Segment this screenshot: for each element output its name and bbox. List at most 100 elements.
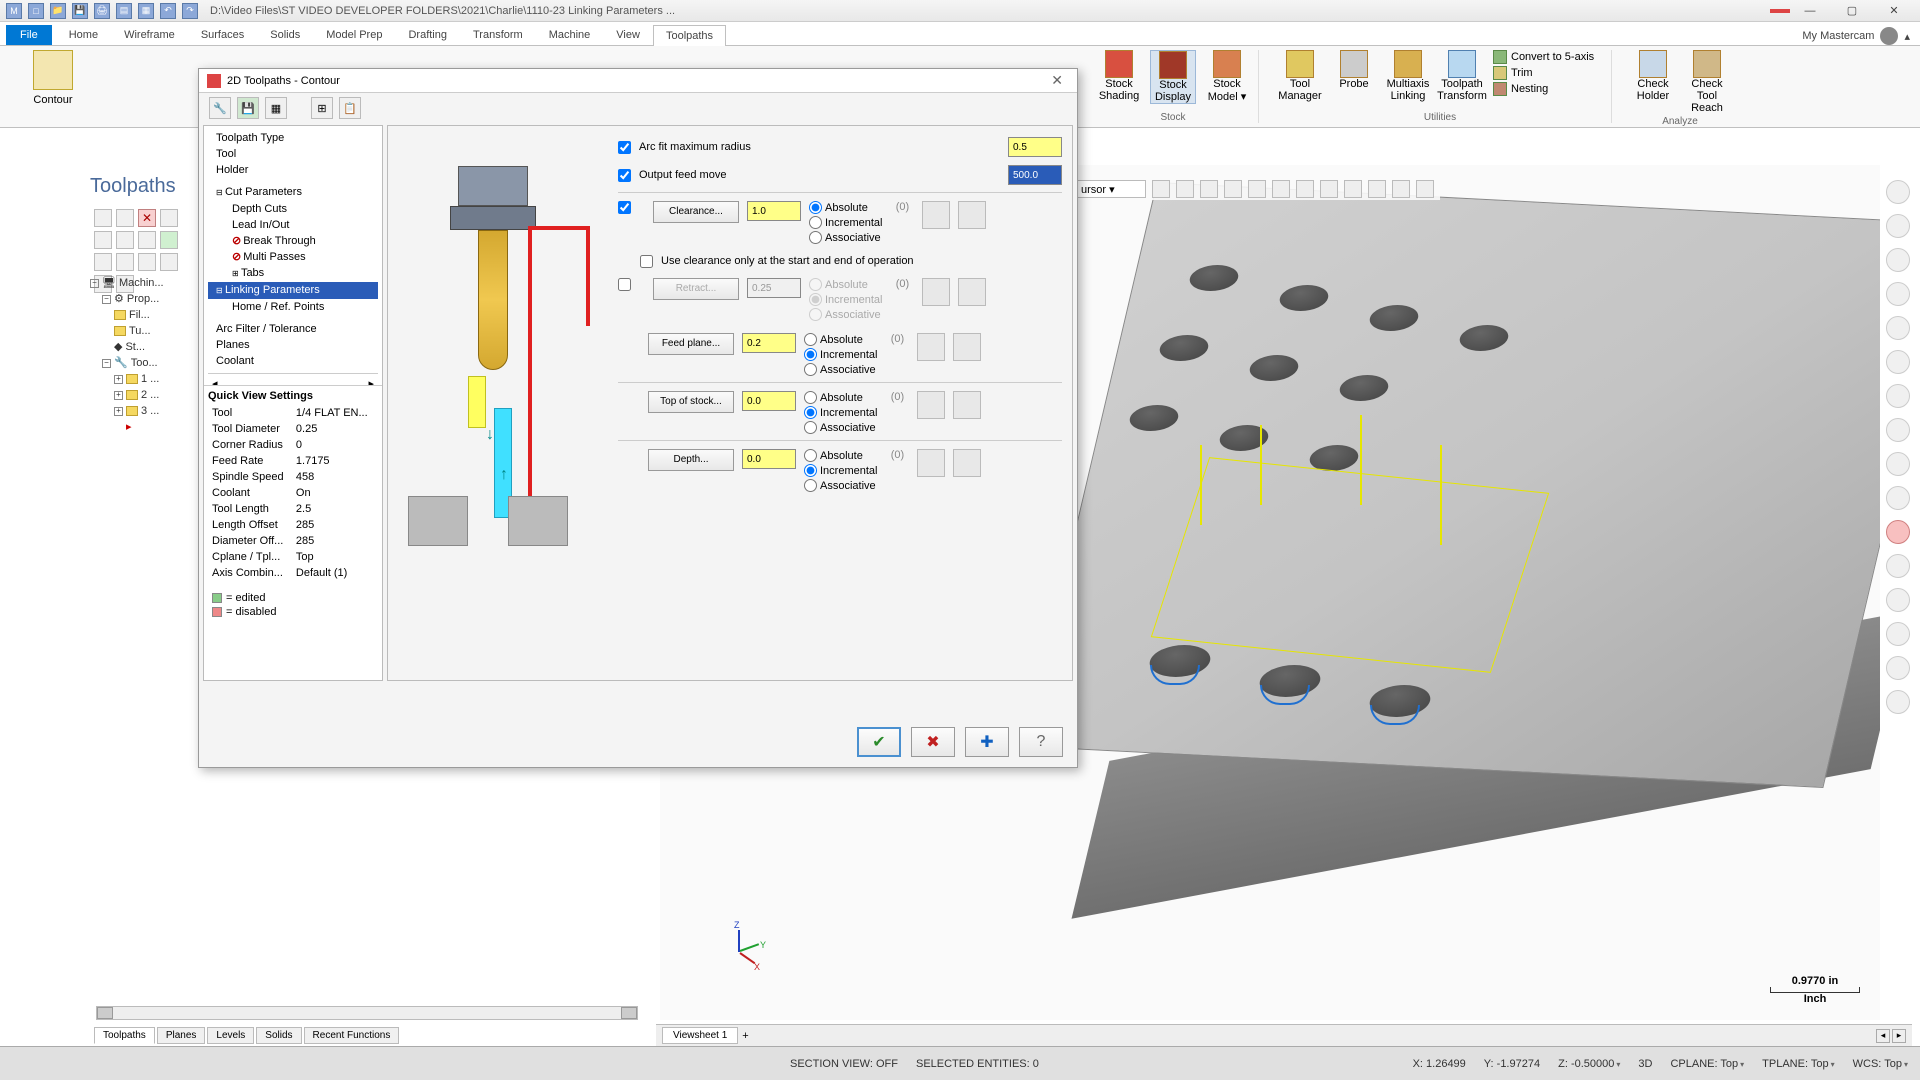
depth-input[interactable] <box>742 449 796 469</box>
tn-multi-passes[interactable]: ⊘Multi Passes <box>208 249 378 265</box>
rs-5[interactable] <box>1886 316 1910 340</box>
status-tplane[interactable]: TPLANE: Top▾ <box>1762 1058 1834 1070</box>
tn-cut-parameters[interactable]: ⊟ Cut Parameters <box>208 184 378 201</box>
tp-btn-2[interactable] <box>116 209 134 227</box>
contour-icon[interactable] <box>33 50 73 90</box>
tool-manager-button[interactable]: Tool Manager <box>1277 50 1323 102</box>
retract-checkbox[interactable] <box>618 278 631 291</box>
clearance-input[interactable] <box>747 201 801 221</box>
convert-5axis-button[interactable]: Convert to 5-axis <box>1493 50 1603 64</box>
feedplane-associative-radio[interactable] <box>804 363 817 376</box>
multiaxis-linking-button[interactable]: Multiaxis Linking <box>1385 50 1431 102</box>
tp-btn-cursor[interactable] <box>94 209 112 227</box>
dialog-tree[interactable]: Toolpath Type Tool Holder ⊟ Cut Paramete… <box>204 126 382 386</box>
selbar-btn-11[interactable] <box>1392 180 1410 198</box>
dlg-tb-3[interactable]: ▦ <box>265 97 287 119</box>
status-section-view[interactable]: SECTION VIEW: OFF <box>790 1058 898 1070</box>
probe-button[interactable]: Probe <box>1331 50 1377 90</box>
clearance-associative-radio[interactable] <box>809 231 822 244</box>
output-feed-input[interactable] <box>1008 165 1062 185</box>
top-of-stock-button[interactable]: Top of stock... <box>648 391 734 413</box>
tree-scroll-right[interactable]: ▸ <box>368 376 374 386</box>
tp-btn-7[interactable] <box>138 231 156 249</box>
top-of-stock-input[interactable] <box>742 391 796 411</box>
use-clearance-only-checkbox[interactable] <box>640 255 653 268</box>
clearance-absolute-radio[interactable] <box>809 201 822 214</box>
rs-7[interactable] <box>1886 384 1910 408</box>
viewsheet-next[interactable]: ▸ <box>1892 1029 1906 1043</box>
retract-reselect-button[interactable] <box>958 278 986 306</box>
output-feed-checkbox[interactable] <box>618 169 631 182</box>
user-avatar-icon[interactable] <box>1880 27 1898 45</box>
left-panel-scroll[interactable] <box>96 1006 638 1020</box>
rs-4[interactable] <box>1886 282 1910 306</box>
app-icon[interactable]: M <box>6 3 22 19</box>
stock-shading-button[interactable]: Stock Shading <box>1096 50 1142 102</box>
btab-solids[interactable]: Solids <box>256 1027 301 1044</box>
depth-absolute-radio[interactable] <box>804 449 817 462</box>
selbar-btn-10[interactable] <box>1368 180 1386 198</box>
rs-10[interactable] <box>1886 486 1910 510</box>
status-cplane[interactable]: CPLANE: Top▾ <box>1670 1058 1744 1070</box>
tab-wireframe[interactable]: Wireframe <box>111 24 188 45</box>
rs-12[interactable] <box>1886 554 1910 578</box>
depth-reselect-button[interactable] <box>953 449 981 477</box>
tn-holder[interactable]: Holder <box>208 162 378 178</box>
qat-icon-5[interactable]: ▤ <box>116 3 132 19</box>
rs-record[interactable] <box>1886 520 1910 544</box>
tn-toolpath-type[interactable]: Toolpath Type <box>208 130 378 146</box>
tab-drafting[interactable]: Drafting <box>395 24 460 45</box>
user-label[interactable]: My Mastercam <box>1802 30 1874 42</box>
btab-planes[interactable]: Planes <box>157 1027 206 1044</box>
trim-button[interactable]: Trim <box>1493 66 1603 80</box>
tn-tool[interactable]: Tool <box>208 146 378 162</box>
ribbon-collapse-icon[interactable]: ▴ <box>1904 30 1910 43</box>
rs-15[interactable] <box>1886 656 1910 680</box>
clearance-incremental-radio[interactable] <box>809 216 822 229</box>
tp-btn-4[interactable] <box>160 209 178 227</box>
retract-input[interactable] <box>747 278 801 298</box>
selbar-btn-1[interactable] <box>1152 180 1170 198</box>
rs-8[interactable] <box>1886 418 1910 442</box>
dialog-close-button[interactable]: ✕ <box>1045 72 1069 89</box>
tp-btn-10[interactable] <box>116 253 134 271</box>
status-3d[interactable]: 3D <box>1638 1058 1652 1070</box>
check-holder-button[interactable]: Check Holder <box>1630 50 1676 102</box>
tab-toolpaths[interactable]: Toolpaths <box>653 25 726 46</box>
dialog-titlebar[interactable]: 2D Toolpaths - Contour ✕ <box>199 69 1077 93</box>
arc-fit-checkbox[interactable] <box>618 141 631 154</box>
stock-display-button[interactable]: Stock Display <box>1150 50 1196 104</box>
dialog-ok-button[interactable]: ✔ <box>857 727 901 757</box>
topstock-associative-radio[interactable] <box>804 421 817 434</box>
selbar-btn-7[interactable] <box>1296 180 1314 198</box>
tree-scroll-left[interactable]: ◂ <box>212 376 218 386</box>
rs-2[interactable] <box>1886 214 1910 238</box>
topstock-pick-button[interactable] <box>917 391 945 419</box>
tp-btn-9[interactable] <box>94 253 112 271</box>
rs-16[interactable] <box>1886 690 1910 714</box>
depth-button[interactable]: Depth... <box>648 449 734 471</box>
viewsheet-tab-1[interactable]: Viewsheet 1 <box>662 1027 738 1044</box>
clearance-reselect-button[interactable] <box>958 201 986 229</box>
toolpath-transform-button[interactable]: Toolpath Transform <box>1439 50 1485 102</box>
redo-icon[interactable]: ↷ <box>182 3 198 19</box>
selbar-btn-12[interactable] <box>1416 180 1434 198</box>
operations-tree[interactable]: −🖥Machin... −⚙Prop... Fil... Tu... ◆St..… <box>90 275 200 435</box>
rs-zoom-fit[interactable] <box>1886 180 1910 204</box>
viewsheet-add[interactable]: + <box>742 1030 748 1042</box>
qat-icon-6[interactable]: ▦ <box>138 3 154 19</box>
dialog-help-button[interactable]: ? <box>1019 727 1063 757</box>
arc-fit-input[interactable] <box>1008 137 1062 157</box>
tn-arc-filter[interactable]: Arc Filter / Tolerance <box>208 321 378 337</box>
rs-9[interactable] <box>1886 452 1910 476</box>
clearance-pick-button[interactable] <box>922 201 950 229</box>
rs-6[interactable] <box>1886 350 1910 374</box>
tn-tabs[interactable]: ⊞ Tabs <box>208 265 378 282</box>
file-tab[interactable]: File <box>6 25 52 45</box>
status-z[interactable]: Z: -0.50000▾ <box>1558 1058 1620 1070</box>
feedplane-pick-button[interactable] <box>917 333 945 361</box>
nesting-button[interactable]: Nesting <box>1493 82 1603 96</box>
undo-icon[interactable]: ↶ <box>160 3 176 19</box>
rs-14[interactable] <box>1886 622 1910 646</box>
selbar-btn-4[interactable] <box>1224 180 1242 198</box>
